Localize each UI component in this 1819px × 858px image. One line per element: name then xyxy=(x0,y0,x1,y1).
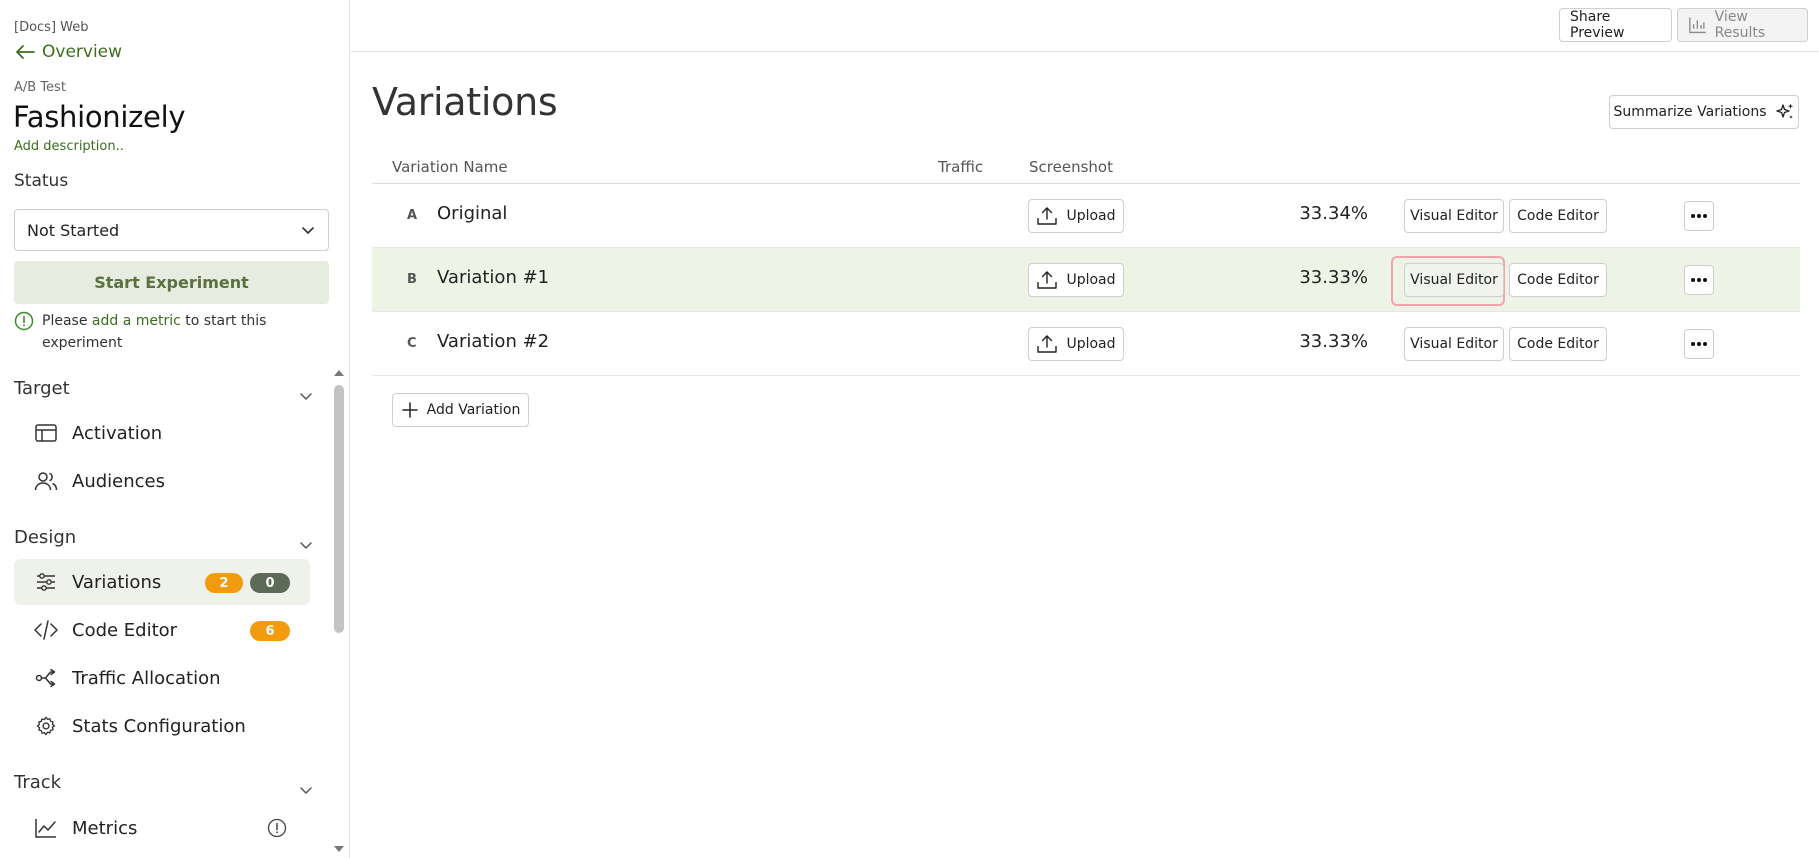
add-description-link[interactable]: Add description.. xyxy=(14,139,124,154)
more-options-button[interactable] xyxy=(1684,265,1714,295)
section-track: Track xyxy=(14,772,62,793)
code-editor-count-badge: 6 xyxy=(250,621,290,641)
sidebar-item-audiences[interactable]: Audiences xyxy=(14,458,310,504)
split-icon xyxy=(35,668,56,688)
sidebar-item-metrics[interactable]: Metrics xyxy=(14,805,310,851)
scroll-down-arrow[interactable] xyxy=(333,844,345,854)
sparkle-icon xyxy=(1775,103,1793,119)
variation-traffic: 33.33% xyxy=(1299,267,1368,288)
variations-table-header: Variation Name Traffic Screenshot xyxy=(372,152,1800,184)
page-title: Variations xyxy=(372,80,558,124)
back-to-overview-link[interactable]: Overview xyxy=(14,42,122,62)
column-traffic: Traffic xyxy=(938,158,984,176)
more-options-button[interactable] xyxy=(1684,329,1714,359)
upload-icon xyxy=(1037,207,1058,225)
upload-icon xyxy=(1037,271,1058,289)
visual-editor-button[interactable]: Visual Editor xyxy=(1404,263,1504,297)
upload-label: Upload xyxy=(1066,272,1116,288)
sidebar-item-traffic-allocation[interactable]: Traffic Allocation xyxy=(14,655,310,701)
status-label: Status xyxy=(14,171,69,191)
sidebar: [Docs] Web Overview A/B Test Fashionizel… xyxy=(0,0,350,858)
top-bar: Share Preview View Results xyxy=(350,0,1819,52)
ellipsis-icon xyxy=(1691,278,1707,282)
ellipsis-icon xyxy=(1691,342,1707,346)
add-variation-label: Add Variation xyxy=(426,402,521,418)
sidebar-item-label: Variations xyxy=(72,571,162,593)
arrow-left-icon xyxy=(16,45,35,59)
share-preview-button[interactable]: Share Preview xyxy=(1559,8,1672,42)
hint-text: Please add a metric to start this experi… xyxy=(42,310,324,354)
ellipsis-icon xyxy=(1691,214,1707,218)
chevron-down-icon[interactable] xyxy=(298,782,314,798)
section-design: Design xyxy=(14,527,77,548)
more-options-button[interactable] xyxy=(1684,201,1714,231)
summarize-variations-button[interactable]: Summarize Variations xyxy=(1609,95,1799,129)
table-row: B Variation #1 33.33% Upload Visual Edit… xyxy=(372,248,1800,312)
upload-screenshot-button[interactable]: Upload xyxy=(1028,263,1124,297)
variations-count-badge: 2 xyxy=(205,573,243,593)
exclamation-circle-icon xyxy=(14,311,34,331)
code-icon xyxy=(34,620,58,640)
sidebar-item-label: Activation xyxy=(72,422,163,444)
upload-screenshot-button[interactable]: Upload xyxy=(1028,199,1124,233)
variation-traffic: 33.33% xyxy=(1299,331,1368,352)
sidebar-item-label: Audiences xyxy=(72,470,165,492)
sidebar-item-label: Metrics xyxy=(72,817,138,839)
experiment-type: A/B Test xyxy=(14,80,66,95)
users-icon xyxy=(34,472,58,491)
code-editor-button[interactable]: Code Editor xyxy=(1509,199,1607,233)
section-target: Target xyxy=(14,378,70,399)
upload-screenshot-button[interactable]: Upload xyxy=(1028,327,1124,361)
variation-letter: B xyxy=(407,272,417,287)
upload-label: Upload xyxy=(1066,336,1116,352)
upload-icon xyxy=(1037,335,1058,353)
bar-chart-icon xyxy=(1689,17,1706,34)
add-variation-button[interactable]: Add Variation xyxy=(392,393,529,427)
back-label: Overview xyxy=(42,42,123,62)
table-row: A Original 33.34% Upload Visual Editor C… xyxy=(372,184,1800,248)
code-editor-button[interactable]: Code Editor xyxy=(1509,263,1607,297)
line-chart-icon xyxy=(35,819,56,838)
sidebar-item-activation[interactable]: Activation xyxy=(14,410,310,456)
status-value: Not Started xyxy=(27,220,120,240)
variations-secondary-badge: 0 xyxy=(250,573,290,593)
experiment-name: Fashionizely xyxy=(13,100,186,134)
sidebar-scrollbar-thumb[interactable] xyxy=(334,385,344,633)
add-metric-link[interactable]: add a metric xyxy=(92,313,181,329)
metrics-warning-icon xyxy=(267,818,287,838)
layout-icon xyxy=(35,424,57,442)
sidebar-item-label: Stats Configuration xyxy=(72,715,246,737)
summarize-label: Summarize Variations xyxy=(1613,104,1767,120)
variation-traffic: 33.34% xyxy=(1299,203,1368,224)
code-editor-button[interactable]: Code Editor xyxy=(1509,327,1607,361)
variation-name[interactable]: Variation #2 xyxy=(437,331,549,352)
column-screenshot: Screenshot xyxy=(1029,158,1113,176)
upload-label: Upload xyxy=(1066,208,1116,224)
chevron-down-icon xyxy=(302,227,314,234)
variation-letter: A xyxy=(407,208,418,223)
sidebar-item-label: Code Editor xyxy=(72,619,178,641)
hint-prefix: Please xyxy=(42,313,88,329)
view-results-button[interactable]: View Results xyxy=(1677,8,1808,42)
status-select[interactable]: Not Started xyxy=(14,209,329,251)
visual-editor-button[interactable]: Visual Editor xyxy=(1404,199,1504,233)
column-variation-name: Variation Name xyxy=(392,158,508,176)
chevron-down-icon[interactable] xyxy=(298,388,314,404)
start-experiment-button[interactable]: Start Experiment xyxy=(14,261,329,304)
plus-icon xyxy=(401,402,418,418)
view-results-label: View Results xyxy=(1714,9,1766,41)
variation-letter: C xyxy=(407,336,417,351)
scroll-up-arrow[interactable] xyxy=(333,368,345,378)
metric-hint: Please add a metric to start this experi… xyxy=(14,310,324,354)
sliders-icon xyxy=(37,573,55,591)
chevron-down-icon[interactable] xyxy=(298,537,314,553)
sidebar-item-label: Traffic Allocation xyxy=(72,667,221,689)
visual-editor-button[interactable]: Visual Editor xyxy=(1404,327,1504,361)
sidebar-item-stats-configuration[interactable]: Stats Configuration xyxy=(14,703,310,749)
gear-icon xyxy=(36,716,56,736)
table-row: C Variation #2 33.33% Upload Visual Edit… xyxy=(372,312,1800,376)
variation-name[interactable]: Original xyxy=(437,203,507,224)
variation-name[interactable]: Variation #1 xyxy=(437,267,549,288)
project-name: [Docs] Web xyxy=(14,20,89,35)
